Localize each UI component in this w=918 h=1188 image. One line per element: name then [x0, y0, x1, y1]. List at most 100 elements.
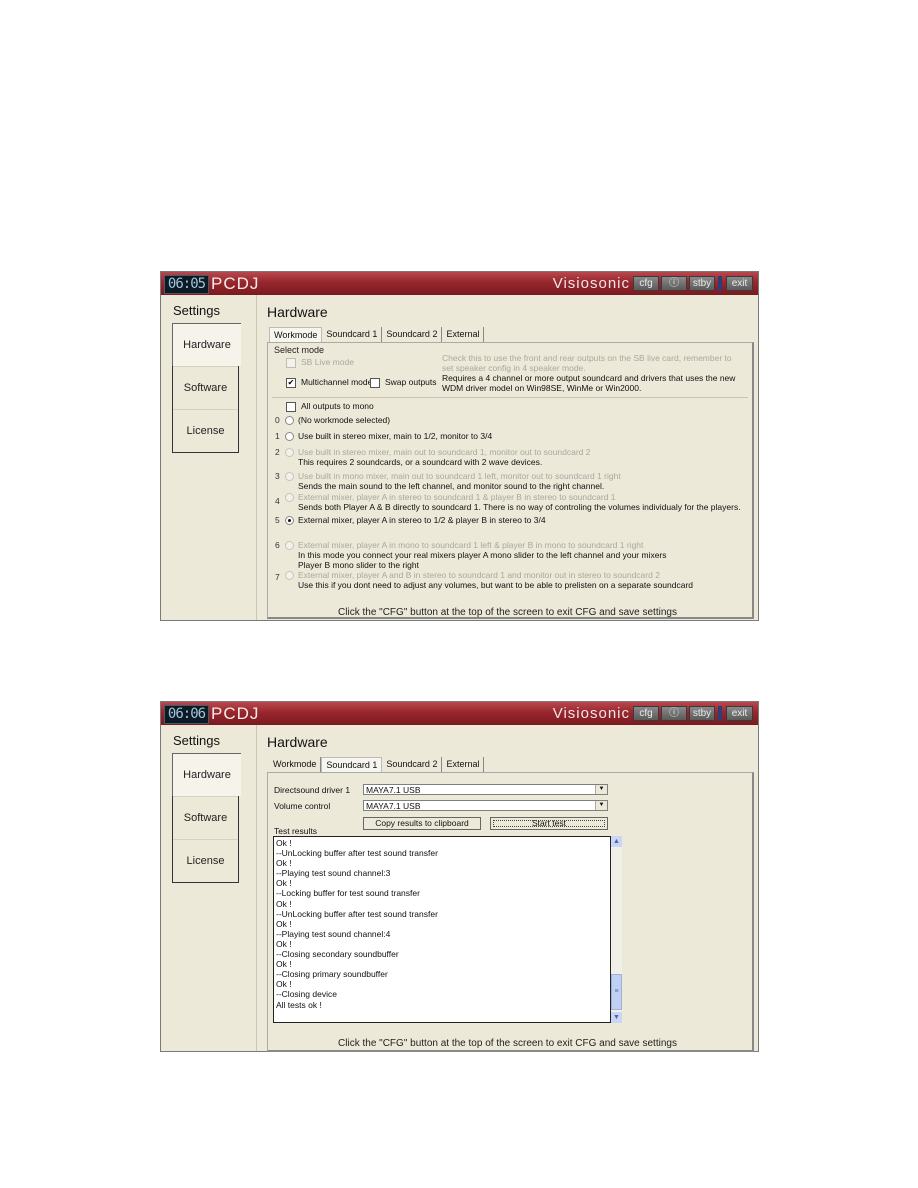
info-icon: ⓘ — [669, 708, 679, 719]
tab-soundcard-1[interactable]: Soundcard 1 — [321, 757, 383, 772]
result-line: --Closing primary soundbuffer — [276, 969, 388, 980]
mode-4-radio[interactable] — [285, 493, 294, 502]
result-line: --Closing secondary soundbuffer — [276, 949, 399, 960]
sidebar-item-software[interactable]: Software — [173, 366, 238, 409]
scroll-thumb[interactable]: ≡ — [611, 974, 622, 1010]
result-line: Ok ! — [276, 878, 292, 889]
footer-hint: Click the "CFG" button at the top of the… — [338, 607, 677, 618]
sidebar-item-license[interactable]: License — [173, 839, 238, 882]
tab-soundcard-2[interactable]: Soundcard 2 — [382, 327, 443, 342]
mode-number: 3 — [275, 471, 280, 481]
result-line: --Playing test sound channel:3 — [276, 868, 391, 879]
info-button[interactable]: ⓘ — [661, 706, 687, 721]
clock-display: 06:05 — [164, 275, 209, 294]
exit-button[interactable]: exit — [726, 276, 753, 291]
sidebar-item-hardware[interactable]: Hardware — [172, 753, 241, 796]
mode-6-desc-1: In this mode you connect your real mixer… — [298, 550, 667, 560]
standby-button[interactable]: stby — [689, 276, 715, 291]
settings-nav: Hardware Software License — [172, 753, 241, 883]
brand-logo: Visiosonic — [552, 705, 630, 722]
directsound-driver-select[interactable]: MAYA7.1 USB ▼ — [363, 784, 608, 795]
footer-hint: Click the "CFG" button at the top of the… — [338, 1038, 677, 1049]
test-results-lines: Ok ! --UnLocking buffer after test sound… — [274, 837, 610, 1011]
sb-live-label: SB Live mode — [301, 357, 354, 367]
content-area: Hardware Workmode Soundcard 1 Soundcard … — [257, 725, 758, 1052]
result-line: --Closing device — [276, 989, 337, 1000]
mode-7-label: External mixer, player A and B in stereo… — [298, 570, 660, 580]
cfg-button[interactable]: cfg — [633, 276, 659, 291]
mode-number: 4 — [275, 496, 280, 506]
mode-6-desc-2: Player B mono slider to the right — [298, 560, 419, 570]
sidebar-item-license[interactable]: License — [173, 409, 238, 452]
multichannel-hint-2: WDM driver model on Win98SE, WinMe or Wi… — [442, 383, 642, 393]
mode-4-label: External mixer, player A in stereo to so… — [298, 492, 616, 502]
mode-2-radio[interactable] — [285, 448, 294, 457]
mode-5-radio[interactable] — [285, 516, 294, 525]
page-title: Hardware — [267, 304, 328, 320]
sidebar-title: Settings — [173, 303, 220, 318]
mode-7-desc: Use this if you dont need to adjust any … — [298, 580, 694, 590]
volume-control-label: Volume control — [274, 801, 331, 811]
mode-4-desc: Sends both Player A & B directly to soun… — [298, 502, 741, 512]
titlebar: 06:06 PCDJ Visiosonic cfg ⓘ stby exit — [161, 702, 758, 725]
tab-workmode[interactable]: Workmode — [269, 327, 323, 342]
mode-5-label: External mixer, player A in stereo to 1/… — [298, 515, 546, 525]
settings-nav: Hardware Software License — [172, 323, 241, 453]
standby-button[interactable]: stby — [689, 706, 715, 721]
mode-3-label: Use built in mono mixer, main out to sou… — [298, 471, 621, 481]
swap-outputs-checkbox[interactable] — [370, 378, 380, 388]
tab-external[interactable]: External — [442, 757, 485, 772]
mode-0-radio[interactable] — [285, 416, 294, 425]
result-line: Ok ! — [276, 938, 292, 949]
standby-indicator — [718, 276, 722, 291]
brand-logo: Visiosonic — [552, 275, 630, 292]
app-name: PCDJ — [211, 274, 260, 293]
pcdj-window-soundcard: 06:06 PCDJ Visiosonic cfg ⓘ stby exit Se… — [160, 701, 759, 1052]
scroll-up-icon[interactable]: ▲ — [611, 836, 622, 847]
workmode-panel: Select mode SB Live mode Check this to u… — [267, 342, 754, 619]
tab-soundcard-2[interactable]: Soundcard 2 — [382, 757, 443, 772]
directsound-driver-label: Directsound driver 1 — [274, 785, 351, 795]
volume-control-select[interactable]: MAYA7.1 USB ▼ — [363, 800, 608, 811]
result-line: All tests ok ! — [276, 999, 322, 1010]
copy-results-button[interactable]: Copy results to clipboard — [363, 817, 481, 830]
result-line: Ok ! — [276, 838, 292, 848]
result-line: Ok ! — [276, 959, 292, 970]
multichannel-checkbox[interactable]: ✔ — [286, 378, 296, 388]
test-results-box[interactable]: Ok ! --UnLocking buffer after test sound… — [273, 836, 611, 1023]
sb-live-checkbox[interactable] — [286, 358, 296, 368]
tab-soundcard-1[interactable]: Soundcard 1 — [322, 327, 383, 342]
result-line: --UnLocking buffer after test sound tran… — [276, 908, 438, 919]
cfg-button[interactable]: cfg — [633, 706, 659, 721]
exit-button[interactable]: exit — [726, 706, 753, 721]
scroll-down-icon[interactable]: ▼ — [611, 1012, 622, 1023]
result-line: Ok ! — [276, 979, 292, 990]
mode-6-radio[interactable] — [285, 541, 294, 550]
all-mono-checkbox[interactable] — [286, 402, 296, 412]
mode-number: 0 — [275, 415, 280, 425]
mode-3-radio[interactable] — [285, 472, 294, 481]
tab-bar: Workmode Soundcard 1 Soundcard 2 Externa… — [269, 757, 485, 772]
swap-outputs-label: Swap outputs — [385, 377, 437, 387]
mode-7-radio[interactable] — [285, 571, 294, 580]
sb-live-hint-2: set speaker config in 4 speaker mode. — [442, 363, 586, 373]
page-title: Hardware — [267, 734, 328, 750]
sidebar-item-hardware[interactable]: Hardware — [172, 323, 241, 366]
tab-external[interactable]: External — [442, 327, 485, 342]
settings-sidebar: Settings Hardware Software License — [161, 725, 257, 1051]
titlebar: 06:05 PCDJ Visiosonic cfg ⓘ stby exit — [161, 272, 758, 295]
result-line: Ok ! — [276, 898, 292, 909]
results-scrollbar[interactable]: ▲ ≡ ▼ — [611, 836, 622, 1023]
focus-rect — [493, 820, 605, 827]
result-line: --Locking buffer for test sound transfer — [276, 888, 420, 899]
mode-1-radio[interactable] — [285, 432, 294, 441]
sidebar-item-software[interactable]: Software — [173, 796, 238, 839]
tab-workmode[interactable]: Workmode — [269, 757, 322, 772]
start-test-button[interactable]: Start test — [490, 817, 608, 830]
info-button[interactable]: ⓘ — [661, 276, 687, 291]
mode-3-desc: Sends the main sound to the left channel… — [298, 481, 605, 491]
mode-2-desc: This requires 2 soundcards, or a soundca… — [298, 457, 543, 467]
mode-number: 5 — [275, 515, 280, 525]
standby-indicator — [718, 706, 722, 721]
select-mode-label: Select mode — [274, 345, 325, 355]
